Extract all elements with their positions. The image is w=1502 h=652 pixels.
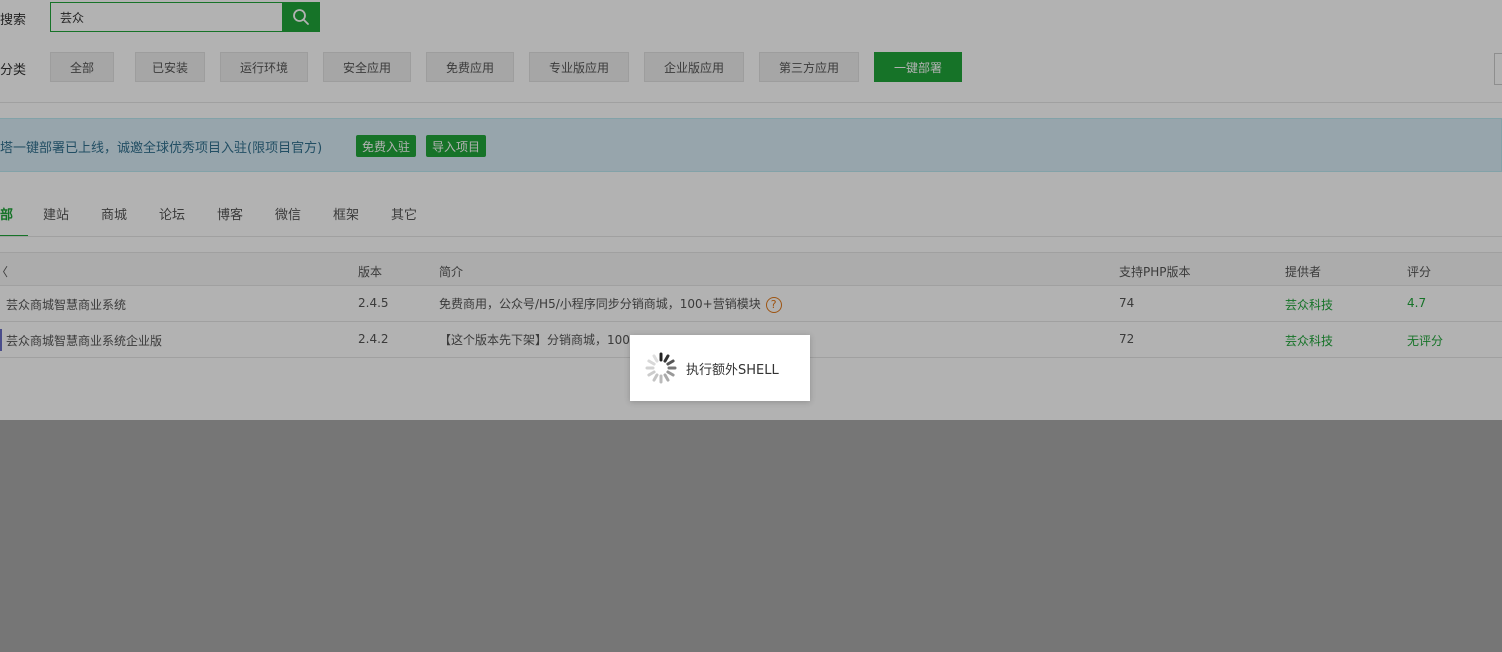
modal-overlay: [0, 0, 1502, 652]
loading-spinner-icon: [645, 352, 677, 384]
loading-text: 执行额外SHELL: [686, 363, 779, 378]
loading-dialog: 执行额外SHELL: [630, 335, 810, 401]
